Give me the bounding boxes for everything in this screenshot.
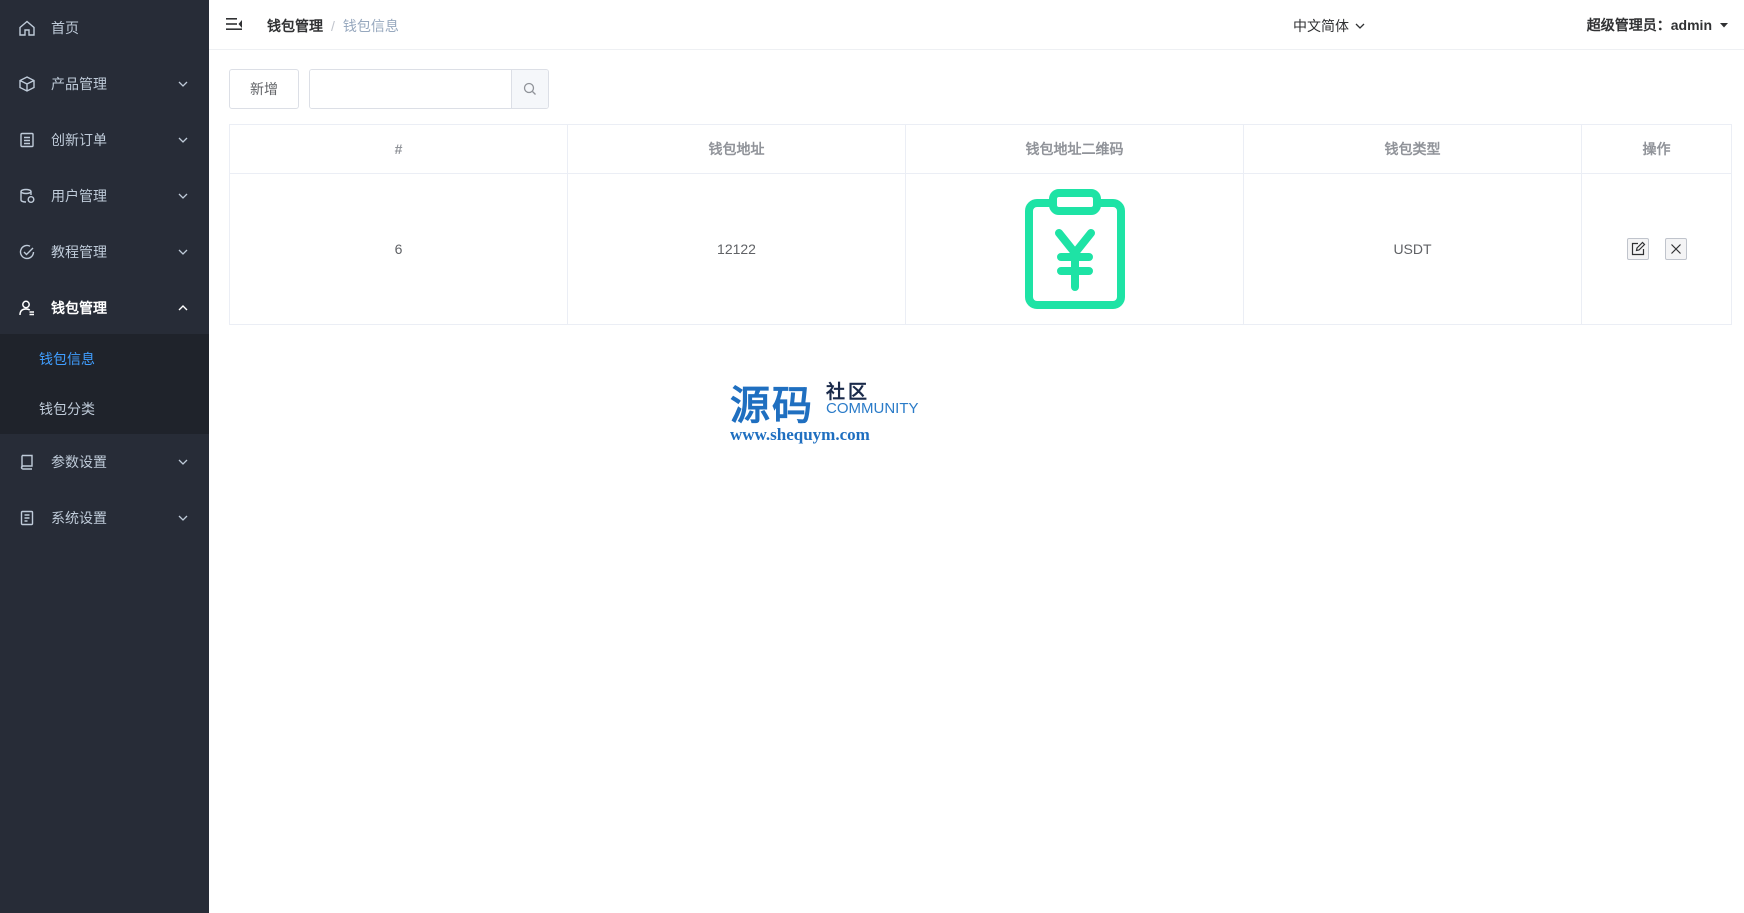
- cell-id: 6: [230, 174, 568, 324]
- column-header-actions: 操作: [1642, 141, 1671, 157]
- wallet-table: # 钱包地址 钱包地址二维码 钱包类型 操作 6 12122 USDT: [229, 124, 1732, 325]
- cell-type: USDT: [1244, 174, 1582, 324]
- breadcrumb: 钱包管理 / 钱包信息: [267, 16, 399, 36]
- watermark-community-text: COMMUNITY: [826, 400, 919, 417]
- sidebar-item-label: 系统设置: [51, 510, 107, 526]
- sidebar-subitem-label: 钱包信息: [39, 351, 95, 367]
- cell-actions: [1582, 174, 1731, 324]
- language-dropdown[interactable]: 中文简体: [1293, 16, 1366, 36]
- watermark-logo: 源码 社区 COMMUNITY www.shequym.com: [730, 373, 930, 445]
- sidebar-item-label: 首页: [51, 20, 79, 36]
- column-header-qrcode: 钱包地址二维码: [906, 125, 1244, 173]
- book-icon: [20, 454, 33, 470]
- list-icon: [20, 132, 34, 148]
- breadcrumb-item-wallet-info: 钱包信息: [342, 18, 399, 34]
- navbar: 钱包管理 / 钱包信息 中文简体 超级管理员：admin: [209, 0, 1744, 50]
- sidebar-item-tutorials[interactable]: 教程管理: [0, 224, 209, 280]
- sidebar-item-home[interactable]: 首页: [0, 0, 209, 56]
- sidebar-item-label: 产品管理: [51, 76, 107, 92]
- search-icon: [523, 82, 536, 95]
- add-button[interactable]: 新增: [229, 69, 299, 109]
- sidebar-item-label: 教程管理: [51, 244, 107, 260]
- cube-icon: [19, 76, 35, 92]
- chevron-down-icon: [178, 249, 188, 255]
- table-header-row: # 钱包地址 钱包地址二维码 钱包类型 操作: [230, 125, 1731, 174]
- watermark-url: www.shequym.com: [730, 425, 870, 444]
- hamburger-icon[interactable]: [225, 15, 243, 33]
- cell-qrcode: [906, 174, 1244, 324]
- users-icon: [20, 188, 35, 203]
- sidebar: 首页 产品管理 创新订单 用户管理 教程管理 钱包管理 钱包信息 钱包分类 参数…: [0, 0, 209, 913]
- user-label: 超级管理员：admin: [1586, 17, 1712, 33]
- wallet-submenu: 钱包信息 钱包分类: [0, 334, 209, 434]
- column-header-id: #: [230, 125, 568, 173]
- sidebar-item-label: 钱包管理: [51, 300, 107, 316]
- document-icon: [20, 510, 34, 526]
- sidebar-item-label: 用户管理: [51, 188, 107, 204]
- sidebar-item-wallet[interactable]: 钱包管理: [0, 280, 209, 336]
- chevron-down-icon: [178, 459, 188, 465]
- column-header-address: 钱包地址: [568, 125, 906, 173]
- sidebar-item-orders[interactable]: 创新订单: [0, 112, 209, 168]
- breadcrumb-item-wallet-management[interactable]: 钱包管理: [267, 18, 323, 34]
- chevron-down-icon: [1355, 23, 1365, 29]
- user-dropdown[interactable]: 超级管理员：admin: [1587, 15, 1730, 35]
- sidebar-subitem-label: 钱包分类: [39, 401, 95, 417]
- search-button[interactable]: [511, 70, 548, 108]
- search-group: [309, 69, 549, 109]
- edit-button[interactable]: [1626, 238, 1649, 260]
- sidebar-item-users[interactable]: 用户管理: [0, 168, 209, 224]
- cell-address: 12122: [568, 174, 906, 324]
- caret-down-icon: [1720, 23, 1728, 28]
- column-header-type: 钱包类型: [1244, 125, 1582, 173]
- chevron-down-icon: [178, 193, 188, 199]
- chevron-down-icon: [178, 137, 188, 143]
- language-label: 中文简体: [1293, 18, 1349, 34]
- sidebar-item-products[interactable]: 产品管理: [0, 56, 209, 112]
- check-circle-icon: [19, 244, 35, 260]
- sidebar-subitem-wallet-info[interactable]: 钱包信息: [0, 334, 209, 384]
- chevron-down-icon: [178, 81, 188, 87]
- table-row: 6 12122 USDT: [230, 174, 1731, 324]
- home-icon: [19, 20, 35, 36]
- sidebar-item-label: 参数设置: [51, 454, 107, 470]
- breadcrumb-separator: /: [331, 18, 335, 34]
- search-input[interactable]: [310, 70, 511, 108]
- delete-button[interactable]: [1664, 238, 1687, 260]
- user-wallet-icon: [19, 300, 34, 316]
- clipboard-yen-icon: [1024, 189, 1125, 309]
- sidebar-item-system[interactable]: 系统设置: [0, 490, 209, 546]
- sidebar-subitem-wallet-category[interactable]: 钱包分类: [0, 384, 209, 434]
- close-icon: [1670, 244, 1681, 254]
- sidebar-item-params[interactable]: 参数设置: [0, 434, 209, 490]
- watermark-big-text: 源码: [730, 382, 814, 429]
- chevron-down-icon: [178, 515, 188, 521]
- edit-icon: [1631, 241, 1645, 256]
- chevron-up-icon: [178, 305, 188, 311]
- sidebar-item-label: 创新订单: [51, 132, 107, 148]
